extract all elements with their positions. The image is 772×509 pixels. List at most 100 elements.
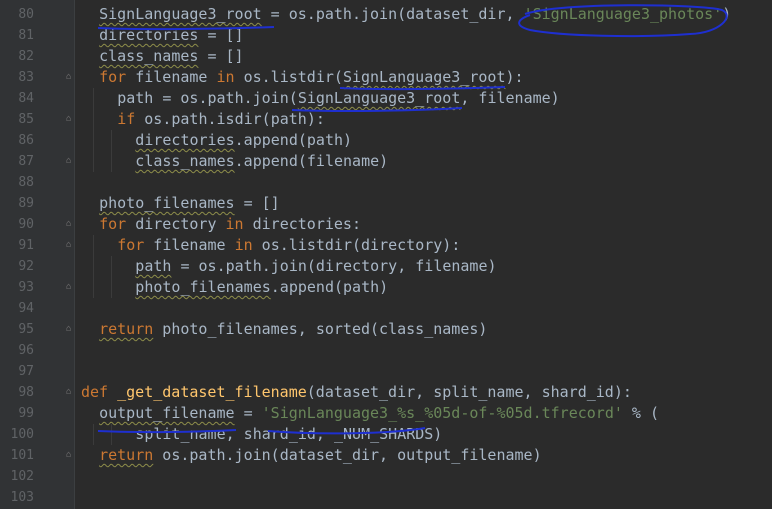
- code-token: in: [225, 215, 244, 233]
- code-text: class_names = []: [99, 46, 244, 67]
- code-line[interactable]: 97: [0, 361, 772, 382]
- indent-guide: [111, 424, 113, 445]
- fold-marker-icon[interactable]: ⌂: [66, 451, 74, 460]
- code-text: for filename in os.listdir(SignLanguage3…: [99, 67, 523, 88]
- code-token: in: [234, 236, 253, 254]
- line-number: 90: [18, 217, 34, 232]
- line-number: 98: [18, 385, 34, 400]
- line-number: 87: [18, 154, 34, 169]
- code-token: os.path.isdir(path):: [135, 110, 325, 128]
- indent-guide: [93, 109, 95, 130]
- code-line[interactable]: 84 path = os.path.join(SignLanguage3_root…: [0, 88, 772, 109]
- code-line[interactable]: 83 ⌂ for filename in os.listdir(SignLangua…: [0, 67, 772, 88]
- code-token: path = os.path.join(: [117, 89, 298, 107]
- code-line[interactable]: 102: [0, 466, 772, 487]
- line-number: 92: [18, 259, 34, 274]
- fold-marker-icon[interactable]: ⌂: [66, 388, 74, 397]
- code-token: filename: [126, 68, 217, 86]
- code-text: photo_filenames.append(path): [135, 277, 388, 298]
- code-token: photo_filenames: [135, 278, 271, 296]
- code-token: 'SignLanguage3_%s_%05d-of-%05d.tfrecord': [261, 404, 623, 422]
- fold-marker-icon[interactable]: ⌂: [66, 220, 74, 229]
- code-text: directories.append(path): [135, 130, 352, 151]
- code-token: for: [99, 215, 127, 233]
- code-line[interactable]: 86 directories.append(path): [0, 130, 772, 151]
- indent-guide: [111, 151, 113, 172]
- fold-marker-icon[interactable]: ⌂: [66, 325, 74, 334]
- code-token: (dataset_dir, split_name, shard_id):: [306, 383, 632, 401]
- indent-guide: [93, 277, 95, 298]
- code-token: os.listdir(directory):: [252, 236, 461, 254]
- code-token: if: [117, 110, 136, 128]
- code-line[interactable]: 99 output_filename = 'SignLanguage3_%s_%0…: [0, 403, 772, 424]
- code-token: os.listdir(: [234, 68, 343, 86]
- line-number: 91: [18, 238, 34, 253]
- fold-marker-icon[interactable]: ⌂: [66, 283, 74, 292]
- code-token: photo_filenames: [99, 194, 235, 212]
- line-number: 81: [18, 28, 34, 43]
- code-line[interactable]: 81 directories = []: [0, 25, 772, 46]
- code-token: .append(path): [270, 278, 389, 296]
- code-token: def: [81, 383, 109, 401]
- code-line[interactable]: 90 ⌂ for directory in directories:: [0, 214, 772, 235]
- code-token: SignLanguage3_root: [297, 89, 461, 107]
- code-line[interactable]: 93 ⌂ photo_filenames.append(path): [0, 277, 772, 298]
- code-line[interactable]: 98 ⌂ def _get_dataset_filename(dataset_dir…: [0, 382, 772, 403]
- fold-marker-icon[interactable]: ⌂: [66, 73, 74, 82]
- line-number: 82: [18, 49, 34, 64]
- indent-guide: [111, 277, 113, 298]
- code-token: photo_filenames, sorted(class_names): [153, 320, 488, 338]
- fold-marker-icon[interactable]: ⌂: [66, 157, 74, 166]
- code-editor[interactable]: 80 SignLanguage3_root = os.path.join(data…: [0, 0, 772, 509]
- code-line[interactable]: 87 ⌂ class_names.append(filename): [0, 151, 772, 172]
- code-text: return photo_filenames, sorted(class_nam…: [99, 319, 487, 340]
- code-token: .append(filename): [234, 152, 389, 170]
- indent-guide: [111, 130, 113, 151]
- code-token: .append(path): [234, 131, 353, 149]
- code-token: = os.path.join(directory, filename): [171, 257, 497, 275]
- code-line[interactable]: 100 split_name, shard_id, _NUM_SHARDS): [0, 424, 772, 445]
- code-text: photo_filenames = []: [99, 193, 280, 214]
- code-line[interactable]: 85 ⌂ if os.path.isdir(path):: [0, 109, 772, 130]
- code-line[interactable]: 82 class_names = []: [0, 46, 772, 67]
- fold-marker-icon[interactable]: ⌂: [66, 241, 74, 250]
- code-line[interactable]: 80 SignLanguage3_root = os.path.join(data…: [0, 4, 772, 25]
- code-token: directories: [135, 131, 235, 149]
- code-token: for: [99, 68, 127, 86]
- line-number: 103: [10, 490, 34, 505]
- code-line[interactable]: 94: [0, 298, 772, 319]
- code-text: path = os.path.join(directory, filename): [135, 256, 496, 277]
- code-line[interactable]: 96: [0, 340, 772, 361]
- line-number: 97: [18, 364, 34, 379]
- code-text: split_name, shard_id, _NUM_SHARDS): [135, 424, 442, 445]
- code-token: ):: [505, 68, 524, 86]
- code-text: if os.path.isdir(path):: [117, 109, 325, 130]
- code-text: class_names.append(filename): [135, 151, 388, 172]
- code-text: SignLanguage3_root = os.path.join(datase…: [99, 4, 731, 25]
- code-token: SignLanguage3_root: [342, 68, 506, 86]
- code-token: 'SignLanguage3_photos': [523, 5, 723, 23]
- fold-marker-icon[interactable]: ⌂: [66, 115, 74, 124]
- line-number: 93: [18, 280, 34, 295]
- code-line[interactable]: 91 ⌂ for filename in os.listdir(directory)…: [0, 235, 772, 256]
- line-number: 85: [18, 112, 34, 127]
- line-number: 86: [18, 133, 34, 148]
- code-line[interactable]: 95 ⌂ return photo_filenames, sorted(class_…: [0, 319, 772, 340]
- code-text: for filename in os.listdir(directory):: [117, 235, 460, 256]
- code-line[interactable]: 92 path = os.path.join(directory, filenam…: [0, 256, 772, 277]
- indent-guide: [93, 235, 95, 256]
- indent-guide: [93, 151, 95, 172]
- indent-guide: [93, 88, 95, 109]
- line-number: 99: [18, 406, 34, 421]
- line-number: 95: [18, 322, 34, 337]
- code-token: return: [99, 446, 154, 464]
- code-line[interactable]: 103: [0, 487, 772, 508]
- code-token: output_filename: [99, 404, 235, 422]
- code-token: filename: [144, 236, 235, 254]
- code-line[interactable]: 88: [0, 172, 772, 193]
- code-line[interactable]: 101 ⌂ return os.path.join(dataset_dir, out…: [0, 445, 772, 466]
- code-token: os.path.join(dataset_dir, output_filenam…: [153, 446, 542, 464]
- code-line[interactable]: 89 photo_filenames = []: [0, 193, 772, 214]
- line-number: 101: [10, 448, 34, 463]
